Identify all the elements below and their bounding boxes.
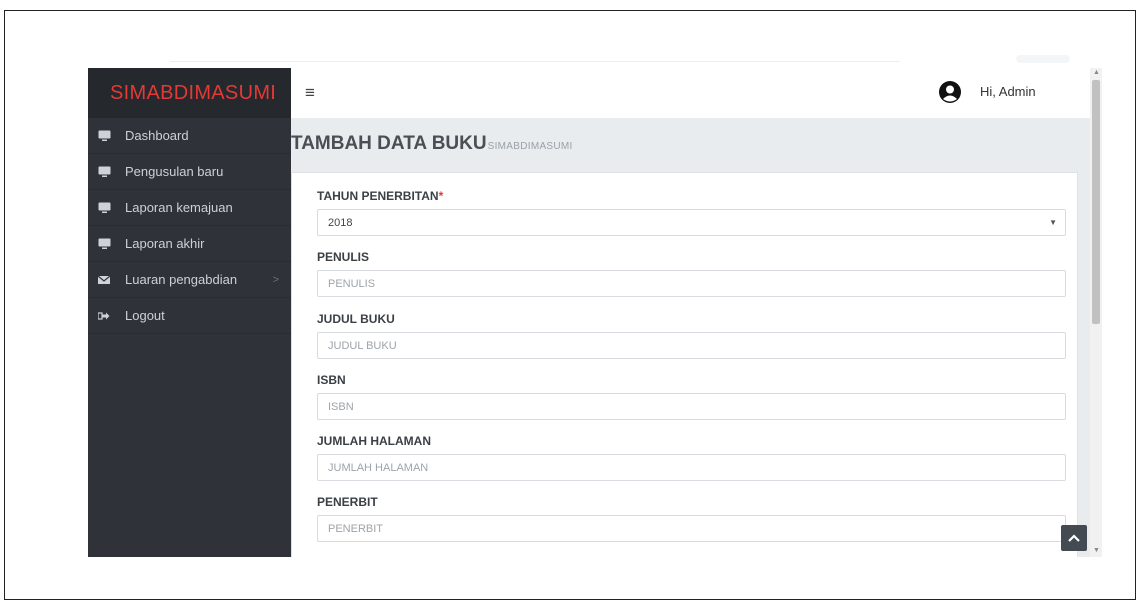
required-mark: * [438, 189, 444, 203]
sidebar-item-label: Pengusulan baru [125, 164, 224, 179]
sign-out-icon [97, 310, 111, 322]
page-header: TAMBAH DATA BUKU SIMABDIMASUMI [291, 133, 573, 155]
field-isbn: ISBN [317, 373, 1066, 420]
judul-buku-input[interactable] [317, 332, 1066, 359]
user-circle-icon[interactable] [938, 80, 962, 104]
sidebar: SIMABDIMASUMI Dashboard Pengusulan baru … [88, 68, 291, 557]
field-label: TAHUN PENERBITAN* [317, 189, 1066, 203]
scroll-up-arrow-icon[interactable]: ▲ [1093, 69, 1100, 76]
chevron-down-icon: ▼ [1049, 218, 1057, 227]
field-judul-buku: JUDUL BUKU [317, 312, 1066, 359]
label-text: TAHUN PENERBITAN [317, 189, 439, 203]
monitor-icon [97, 238, 111, 250]
sidebar-item-logout[interactable]: Logout [88, 298, 291, 334]
hamburger-menu-icon[interactable]: ≡ [305, 83, 315, 103]
penulis-input[interactable] [317, 270, 1066, 297]
topbar: ≡ Hi, Admin [291, 68, 1090, 119]
field-penulis: PENULIS [317, 250, 1066, 297]
monitor-icon [97, 130, 111, 142]
sidebar-item-dashboard[interactable]: Dashboard [88, 118, 291, 154]
field-label: ISBN [317, 373, 346, 387]
back-to-top-button[interactable] [1061, 525, 1087, 551]
field-label: PENERBIT [317, 495, 378, 509]
scrollbar-thumb[interactable] [1092, 80, 1100, 324]
field-jumlah-halaman: JUMLAH HALAMAN [317, 434, 1066, 481]
field-tahun-penerbitan: TAHUN PENERBITAN* 2018 ▼ [317, 189, 1066, 236]
page-title: TAMBAH DATA BUKU [291, 133, 487, 154]
tahun-penerbitan-select[interactable]: 2018 ▼ [317, 209, 1066, 236]
isbn-input[interactable] [317, 393, 1066, 420]
scroll-down-arrow-icon[interactable]: ▼ [1093, 547, 1100, 554]
chevron-right-icon: > [272, 273, 279, 286]
scrollbar[interactable]: ▲ ▼ [1090, 68, 1102, 557]
field-label: JUMLAH HALAMAN [317, 434, 431, 448]
sidebar-item-label: Logout [125, 308, 165, 323]
divider [170, 61, 900, 62]
chevron-up-icon [1068, 534, 1080, 542]
sidebar-item-label: Dashboard [125, 128, 189, 143]
jumlah-halaman-input[interactable] [317, 454, 1066, 481]
brand-logo[interactable]: SIMABDIMASUMI [88, 68, 291, 118]
field-penerbit: PENERBIT [317, 495, 1066, 542]
sidebar-item-pengusulan-baru[interactable]: Pengusulan baru [88, 154, 291, 190]
sidebar-item-laporan-akhir[interactable]: Laporan akhir [88, 226, 291, 262]
sidebar-item-label: Laporan kemajuan [125, 200, 233, 215]
sidebar-item-label: Laporan akhir [125, 236, 205, 251]
sidebar-item-label: Luaran pengabdian [125, 272, 238, 287]
monitor-icon [97, 202, 111, 214]
main-content: TAMBAH DATA BUKU SIMABDIMASUMI TAHUN PEN… [291, 118, 1090, 557]
form-card: TAHUN PENERBITAN* 2018 ▼ PENULIS JUDUL B… [291, 172, 1078, 557]
sidebar-item-laporan-kemajuan[interactable]: Laporan kemajuan [88, 190, 291, 226]
monitor-icon [97, 166, 111, 178]
sidebar-item-luaran-pengabdian[interactable]: Luaran pengabdian > [88, 262, 291, 298]
field-label: PENULIS [317, 250, 370, 264]
envelope-icon [97, 274, 111, 286]
decoration [1016, 55, 1070, 63]
user-greeting[interactable]: Hi, Admin [980, 84, 1036, 99]
page-subtitle: SIMABDIMASUMI [487, 141, 573, 152]
field-label: JUDUL BUKU [317, 312, 395, 326]
penerbit-input[interactable] [317, 515, 1066, 542]
select-value: 2018 [328, 216, 353, 229]
